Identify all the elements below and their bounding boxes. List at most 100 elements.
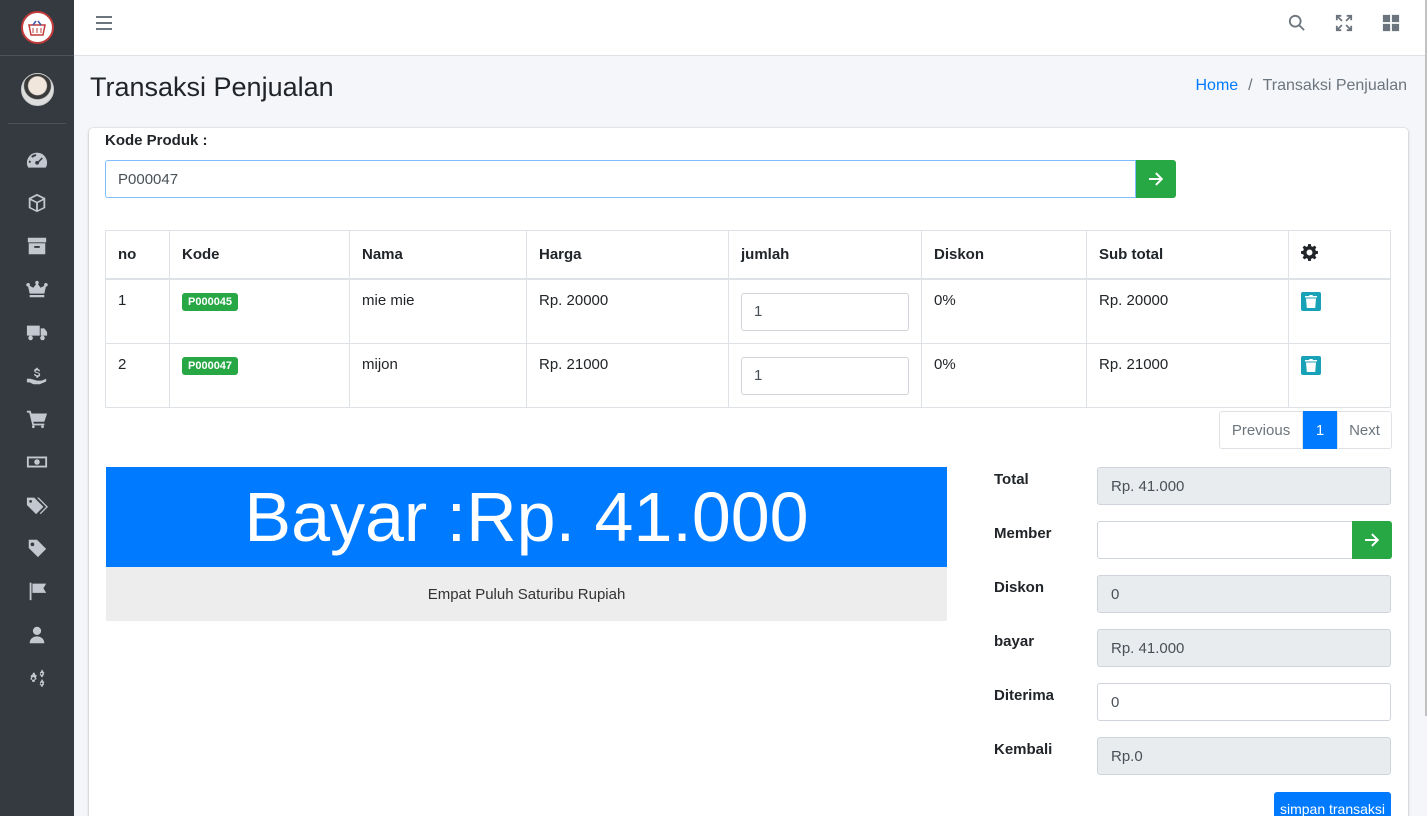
sidebar-nav — [0, 138, 74, 699]
page-title: Transaksi Penjualan — [90, 72, 334, 102]
col-no: no — [105, 230, 170, 280]
cell-diskon: 0% — [921, 278, 1087, 344]
cell-diskon: 0% — [921, 342, 1087, 408]
sidebar-item-penjualan[interactable] — [0, 440, 74, 483]
bayar-display: Bayar :Rp. 41.000 — [106, 467, 947, 567]
diterima-label: Diterima — [994, 687, 1055, 704]
cell-actions — [1288, 342, 1391, 408]
sidebar-item-kategori[interactable] — [0, 484, 74, 527]
diskon-label: Diskon — [994, 579, 1045, 596]
next-page-button[interactable]: Next — [1337, 411, 1392, 449]
avatar[interactable] — [20, 73, 54, 106]
cell-harga: Rp. 21000 — [526, 342, 729, 408]
col-diskon: Diskon — [921, 230, 1087, 280]
breadcrumb-separator: / — [1248, 77, 1253, 94]
diskon-field[interactable] — [1097, 575, 1391, 613]
cart-icon — [26, 410, 48, 428]
total-label: Total — [994, 471, 1029, 488]
col-harga: Harga — [526, 230, 729, 280]
delete-item-button[interactable] — [1301, 291, 1321, 311]
kembali-field[interactable] — [1097, 737, 1391, 775]
cell-jumlah — [728, 278, 922, 344]
cogs-icon — [30, 669, 45, 687]
table-header-row: no Kode Nama Harga jumlah Diskon Sub tot… — [105, 230, 1391, 280]
brand-logo-link[interactable] — [0, 0, 74, 56]
crown-icon — [26, 280, 48, 298]
fullscreen-icon[interactable] — [1335, 14, 1355, 34]
cell-kode: P000047 — [169, 342, 350, 408]
breadcrumb-current: Transaksi Penjualan — [1262, 77, 1407, 94]
cell-jumlah — [728, 342, 922, 408]
delete-item-button[interactable] — [1301, 355, 1321, 375]
arrow-right-icon — [1365, 533, 1380, 547]
sidebar-item-dashboard[interactable] — [0, 138, 74, 181]
table-row: 2 P000047 mijon Rp. 21000 0% Rp. 21000 — [105, 342, 1391, 408]
col-actions — [1288, 230, 1391, 280]
sidebar-item-pengeluaran[interactable] — [0, 354, 74, 397]
sidebar — [0, 0, 74, 816]
table-row: 1 P000045 mie mie Rp. 20000 0% Rp. 20000 — [105, 278, 1391, 344]
search-icon[interactable] — [1288, 14, 1308, 34]
dashboard-icon — [26, 152, 48, 168]
diterima-input[interactable] — [1097, 683, 1391, 721]
cell-no: 2 — [105, 342, 170, 408]
kode-badge: P000047 — [182, 356, 239, 375]
cart-table: no Kode Nama Harga jumlah Diskon Sub tot… — [105, 230, 1391, 408]
cell-nama: mie mie — [349, 278, 527, 344]
member-label: Member — [994, 525, 1052, 542]
menu-icon[interactable] — [96, 16, 112, 30]
breadcrumb: Home / Transaksi Penjualan — [1195, 77, 1407, 95]
flag-icon — [29, 583, 47, 601]
terbilang-text: Empat Puluh Saturibu Rupiah — [106, 567, 947, 621]
kode-badge: P000045 — [182, 292, 239, 311]
bayar-field[interactable] — [1097, 629, 1391, 667]
apps-icon[interactable] — [1382, 14, 1402, 34]
cell-no: 1 — [105, 278, 170, 344]
kode-produk-input[interactable] — [105, 160, 1136, 198]
trash-icon — [1305, 294, 1317, 308]
kembali-label: Kembali — [994, 741, 1053, 758]
sidebar-item-arsip[interactable] — [0, 224, 74, 267]
box-icon — [28, 193, 46, 212]
cell-kode: P000045 — [169, 278, 350, 344]
gear-icon — [1301, 243, 1318, 261]
sidebar-item-produk[interactable] — [0, 181, 74, 224]
kode-produk-label: Kode Produk : — [105, 132, 208, 149]
col-subtotal: Sub total — [1086, 230, 1289, 280]
cell-subtotal: Rp. 21000 — [1086, 342, 1289, 408]
total-field[interactable] — [1097, 467, 1391, 505]
tag-icon — [28, 540, 47, 558]
pagination: Previous 1 Next — [1219, 411, 1392, 449]
user-panel[interactable] — [8, 56, 66, 124]
sidebar-item-member[interactable] — [0, 268, 74, 311]
sidebar-item-diskon[interactable] — [0, 527, 74, 570]
sidebar-item-supplier[interactable] — [0, 311, 74, 354]
select-member-button[interactable] — [1352, 521, 1392, 559]
sidebar-item-pengaturan[interactable] — [0, 656, 74, 699]
top-navbar — [74, 0, 1425, 56]
page-1-button[interactable]: 1 — [1303, 411, 1337, 449]
col-jumlah: jumlah — [728, 230, 922, 280]
quantity-input[interactable] — [741, 356, 909, 395]
breadcrumb-home-link[interactable]: Home — [1195, 77, 1238, 95]
sidebar-item-user[interactable] — [0, 613, 74, 656]
quantity-input[interactable] — [741, 292, 909, 331]
bayar-label: bayar — [994, 633, 1035, 650]
add-product-button[interactable] — [1136, 160, 1176, 198]
archive-icon — [27, 237, 47, 255]
arrow-right-icon — [1149, 172, 1164, 186]
previous-page-button[interactable]: Previous — [1219, 411, 1303, 449]
basket-logo-icon — [20, 11, 54, 44]
cell-harga: Rp. 20000 — [526, 278, 729, 344]
cell-nama: mijon — [349, 342, 527, 408]
cell-actions — [1288, 278, 1391, 344]
tags-icon — [26, 497, 48, 515]
member-input[interactable] — [1097, 521, 1353, 559]
simpan-transaksi-button[interactable]: simpan transaksi — [1274, 792, 1391, 816]
col-kode: Kode — [169, 230, 350, 280]
money-hand-icon — [26, 367, 47, 384]
sidebar-item-pembelian[interactable] — [0, 397, 74, 440]
user-icon — [29, 626, 45, 643]
money-bill-icon — [26, 456, 48, 468]
sidebar-item-laporan[interactable] — [0, 570, 74, 613]
